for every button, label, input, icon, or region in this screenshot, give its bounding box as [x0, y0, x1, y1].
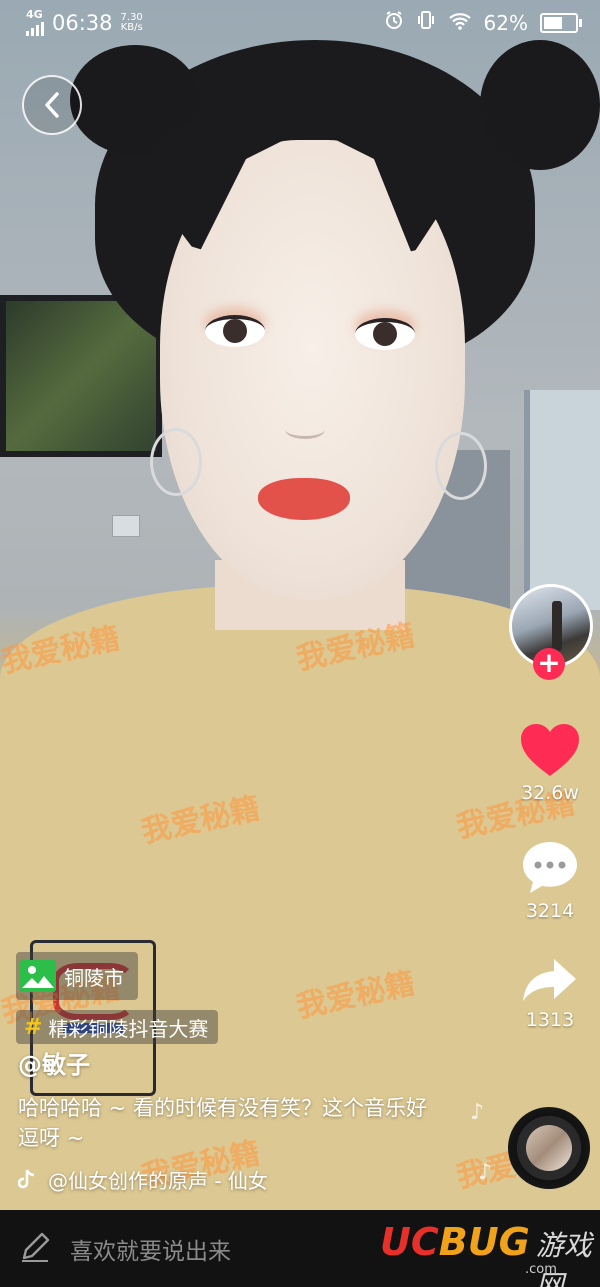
share-count: 1313 [525, 1009, 575, 1031]
logo-bug: BUG [438, 1220, 530, 1264]
nose [285, 420, 325, 439]
follow-button[interactable]: + [533, 648, 565, 680]
location-label: 铜陵市 [64, 965, 124, 990]
ucbug-logo: UC BUG 游戏网 [380, 1220, 600, 1287]
location-tag[interactable]: 铜陵市 [16, 952, 138, 1000]
network-speed-unit: KB/s [120, 22, 143, 33]
share-arrow-icon [523, 959, 576, 1001]
battery-percent: 62% [483, 10, 528, 35]
battery-icon [540, 12, 582, 33]
challenge-label: 精彩铜陵抖音大赛 [48, 1016, 209, 1041]
eye-left [205, 315, 265, 347]
wall-switch [112, 515, 140, 537]
clock: 06:38 [52, 11, 113, 35]
music-title: @仙女创作的原声 - 仙女 [48, 1169, 268, 1193]
lips [258, 478, 350, 520]
logo-domain: .com [525, 1262, 557, 1277]
hair-bun-right [480, 40, 600, 170]
comment-button[interactable]: 3214 [505, 838, 595, 922]
background-window [524, 390, 600, 610]
pencil-icon [18, 1230, 52, 1268]
logo-uc: UC [380, 1220, 439, 1264]
chevron-left-icon [45, 92, 59, 118]
network-speed: 7.30 KB/s [121, 13, 143, 33]
music-note-icon: ♪ [478, 1160, 493, 1185]
network-type: 4G [26, 8, 43, 21]
alarm-icon [384, 10, 404, 35]
comment-count: 3214 [525, 900, 575, 922]
like-count: 32.6w [521, 782, 579, 804]
hashtag-icon: # [24, 1014, 43, 1040]
comment-placeholder[interactable]: 喜欢就要说出来 [70, 1232, 231, 1266]
share-button[interactable]: 1313 [505, 955, 595, 1031]
avatar-tower [552, 601, 562, 651]
douyin-note-icon [18, 1168, 35, 1188]
back-button[interactable] [22, 75, 82, 135]
signal-icon: 4G [26, 8, 44, 36]
status-bar: 4G 06:38 7.30 KB/s 62% [0, 0, 600, 46]
wifi-icon [448, 11, 472, 35]
comment-icon [523, 842, 577, 893]
challenge-tag[interactable]: # 精彩铜陵抖音大赛 [16, 1010, 219, 1044]
like-button[interactable]: 32.6w [505, 722, 595, 804]
vibrate-icon [416, 10, 436, 35]
music-cover [526, 1125, 572, 1171]
heart-icon [521, 724, 579, 776]
eye-right [355, 318, 415, 350]
image-location-icon [20, 960, 56, 992]
music-note-icon: ♪ [470, 1100, 485, 1125]
earring-right [435, 432, 487, 500]
earring-left [150, 428, 202, 496]
logo-cn: 游戏网 [535, 1229, 592, 1287]
author-name[interactable]: @敏子 [18, 1045, 90, 1080]
comment-input-bar[interactable]: 喜欢就要说出来 UC BUG 游戏网 [0, 1210, 600, 1287]
music-disc[interactable] [508, 1107, 590, 1189]
music-info[interactable]: @仙女创作的原声 - 仙女 [18, 1165, 268, 1194]
douyin-video-screen: 我爱秘籍 我爱秘籍 我爱秘籍 我爱秘籍 我爱秘籍 我爱秘籍 我爱秘籍 我爱秘籍 … [0, 0, 600, 1287]
video-description: 哈哈哈哈 ~ 看的时候有没有笑？这个音乐好逗呀 ~ [18, 1096, 427, 1150]
